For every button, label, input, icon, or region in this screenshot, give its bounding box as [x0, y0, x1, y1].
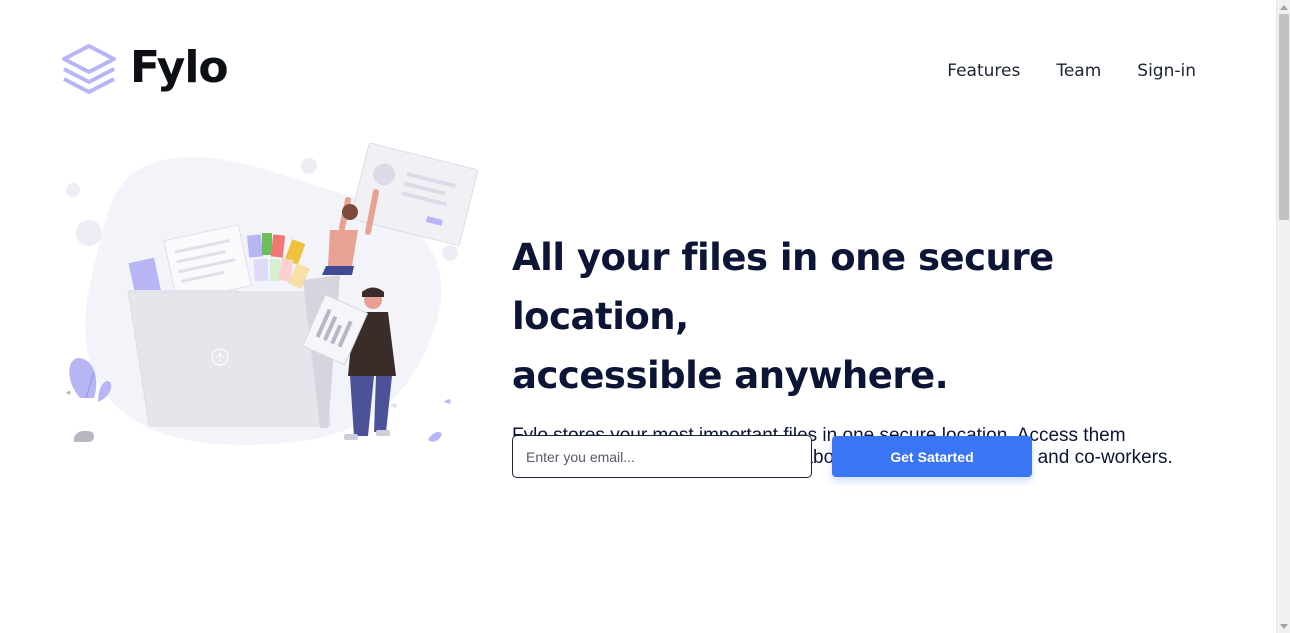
- hero-title: All your files in one secure location, a…: [512, 228, 1212, 405]
- scroll-up-arrow-icon[interactable]: [1277, 0, 1290, 14]
- hero-section: All your files in one secure location, a…: [512, 228, 1212, 469]
- people-organizing-files-illustration: [66, 142, 479, 445]
- email-input[interactable]: [512, 435, 812, 478]
- nav-link-sign-in[interactable]: Sign-in: [1137, 61, 1196, 81]
- get-started-button[interactable]: Get Satarted: [832, 436, 1032, 477]
- scrollbar-thumb[interactable]: [1279, 14, 1289, 220]
- scroll-down-arrow-icon[interactable]: [1277, 619, 1290, 633]
- nav-link-features[interactable]: Features: [947, 61, 1020, 81]
- nav-link-team[interactable]: Team: [1056, 61, 1101, 81]
- site-header: Fylo Features Team Sign-in: [0, 0, 1276, 140]
- hero-title-line-1: All your files in one secure location,: [512, 236, 1054, 338]
- logo[interactable]: Fylo: [60, 42, 229, 94]
- page: Fylo Features Team Sign-in All your file…: [0, 0, 1290, 633]
- stack-layers-icon: [62, 44, 116, 94]
- signup-form: Get Satarted: [512, 435, 1032, 478]
- vertical-scrollbar[interactable]: [1276, 0, 1290, 633]
- hero-illustration: [58, 140, 479, 460]
- hero-title-line-2: accessible anywhere.: [512, 354, 949, 397]
- main-nav: Features Team Sign-in: [947, 61, 1196, 81]
- brand-name: Fylo: [130, 42, 229, 93]
